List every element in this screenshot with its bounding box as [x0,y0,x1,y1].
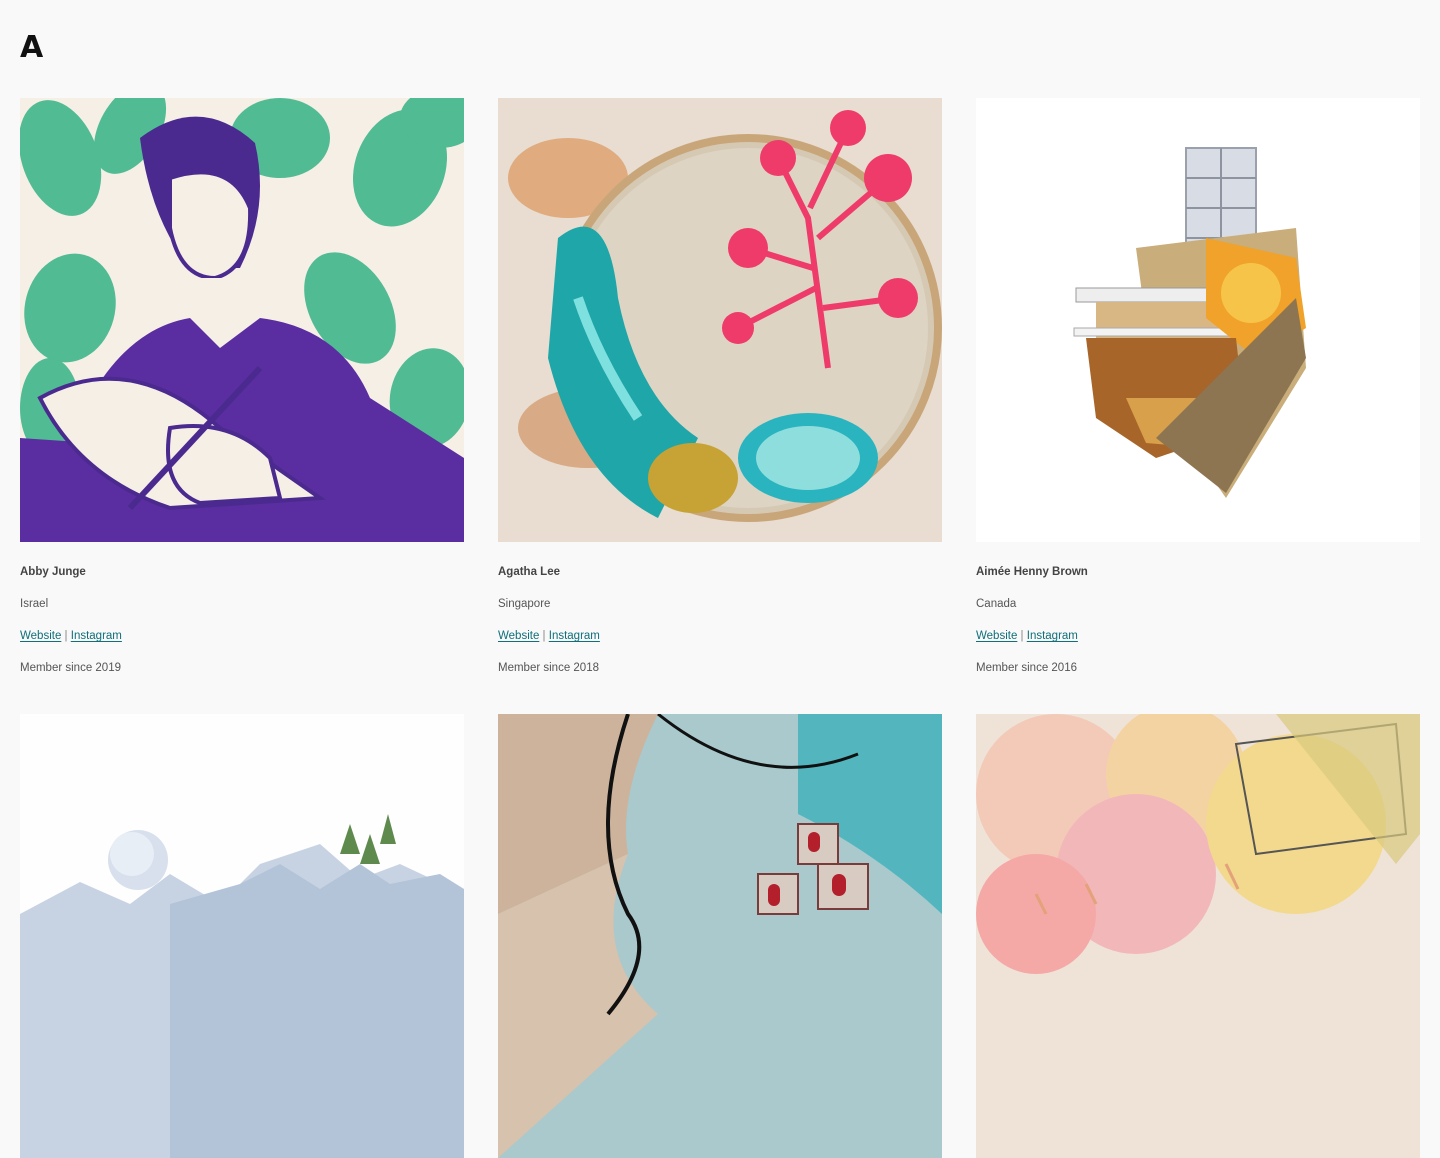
artist-country: Singapore [498,598,551,610]
embroidery-hoop-image [498,98,942,542]
artist-country: Canada [976,598,1017,610]
section-letter-heading: A [20,30,44,65]
artists-page: A Abby Junge Israel Website | Instagram … [0,0,1440,1158]
artist-country: Israel [20,598,49,610]
artist-links: Website | Instagram [976,628,1420,644]
website-link[interactable]: Website [20,630,61,642]
artist-card [498,714,942,1158]
artist-links: Website | Instagram [20,628,464,644]
member-since: Member since 2018 [498,662,599,674]
link-separator: | [64,630,68,642]
watercolor-mountains-image [20,714,464,1158]
instagram-link[interactable]: Instagram [1027,630,1078,642]
artwork-thumbnail-abstract-village[interactable] [498,714,942,1158]
member-since: Member since 2019 [20,662,121,674]
artwork-thumbnail-watercolor-mountains[interactable] [20,714,464,1158]
artist-grid: Abby Junge Israel Website | Instagram Me… [20,98,1420,1158]
artist-card [976,714,1420,1158]
linocut-portrait-image [20,98,464,542]
instagram-link[interactable]: Instagram [71,630,122,642]
website-link[interactable]: Website [498,630,539,642]
link-separator: | [1020,630,1024,642]
pastel-abstract-image [976,714,1420,1158]
artist-card: Aimée Henny Brown Canada Website | Insta… [976,98,1420,676]
collage-architecture-image [976,98,1420,542]
abstract-village-image [498,714,942,1158]
artist-links: Website | Instagram [498,628,942,644]
artist-name: Agatha Lee [498,566,560,578]
artwork-thumbnail-pastel-abstract[interactable] [976,714,1420,1158]
link-separator: | [542,630,546,642]
artist-name: Aimée Henny Brown [976,566,1088,578]
artwork-thumbnail-abby-junge[interactable] [20,98,464,542]
artwork-thumbnail-aimee-henny-brown[interactable] [976,98,1420,542]
member-since: Member since 2016 [976,662,1077,674]
artist-card: Agatha Lee Singapore Website | Instagram… [498,98,942,676]
artist-card: Abby Junge Israel Website | Instagram Me… [20,98,464,676]
instagram-link[interactable]: Instagram [549,630,600,642]
artist-card [20,714,464,1158]
website-link[interactable]: Website [976,630,1017,642]
artwork-thumbnail-agatha-lee[interactable] [498,98,942,542]
artist-name: Abby Junge [20,566,86,578]
